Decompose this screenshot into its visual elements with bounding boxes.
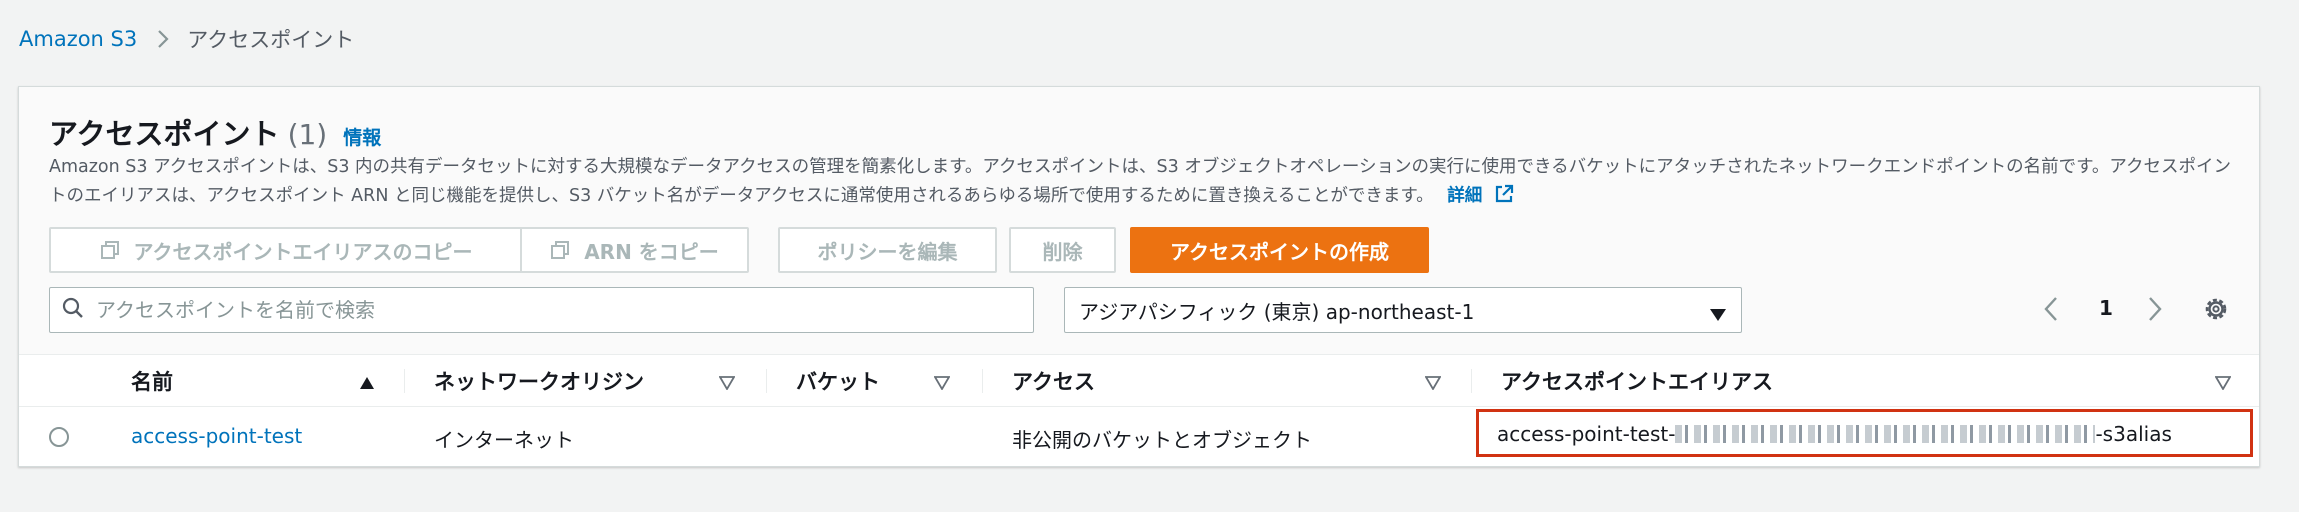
column-header-access[interactable]: アクセス [1012, 357, 1095, 405]
search-input[interactable] [96, 298, 996, 322]
sort-icon[interactable] [1424, 375, 1442, 394]
column-header-network-origin[interactable]: ネットワークオリジン [434, 357, 644, 405]
page-title: アクセスポイント [49, 117, 280, 151]
info-link[interactable]: 情報 [343, 123, 381, 150]
search-icon [62, 297, 84, 323]
learn-more-link[interactable]: 詳細 [1447, 186, 1482, 206]
access-point-name-link[interactable]: access-point-test [131, 424, 302, 448]
copy-icon [550, 240, 570, 260]
edit-policy-button[interactable]: ポリシーを編集 [778, 227, 997, 273]
region-select[interactable]: アジアパシフィック (東京) ap-northeast-1 [1064, 287, 1742, 333]
table-header: 名前 ネットワークオリジン バケット アクセス アクセスポイントエイリアス [19, 357, 2259, 405]
alias-highlight-box: access-point-test- -s3alias [1476, 409, 2253, 457]
alias-prefix: access-point-test- [1497, 422, 1676, 446]
region-select-value: アジアパシフィック (東京) ap-northeast-1 [1079, 299, 1475, 324]
current-page-number[interactable]: 1 [2099, 296, 2113, 320]
table-row: access-point-test インターネット 非公開のバケットとオブジェク… [19, 406, 2259, 467]
sort-icon[interactable] [933, 375, 951, 394]
column-divider [1471, 369, 1472, 393]
panel-description: Amazon S3 アクセスポイントは、S3 内の共有データセットに対する大規模… [49, 153, 2244, 214]
column-divider [404, 369, 405, 393]
copy-icon [100, 240, 120, 260]
panel-header: アクセスポイント (1) 情報 Amazon S3 アクセスポイントは、S3 内… [19, 87, 2259, 355]
description-text: Amazon S3 アクセスポイントは、S3 内の共有データセットに対する大規模… [49, 157, 2231, 206]
gear-icon[interactable] [2202, 295, 2230, 327]
access-cell: 非公開のバケットとオブジェクト [1012, 428, 1312, 452]
sort-ascending-icon[interactable] [359, 375, 375, 394]
sort-icon[interactable] [2214, 375, 2232, 394]
column-divider [766, 369, 767, 393]
next-page-icon[interactable] [2147, 295, 2163, 327]
copy-alias-button[interactable]: アクセスポイントエイリアスのコピー [49, 227, 523, 273]
column-divider [982, 369, 983, 393]
breadcrumb-amazon-s3[interactable]: Amazon S3 [19, 27, 137, 51]
access-point-count: (1) [287, 118, 328, 151]
caret-down-icon [1709, 303, 1727, 327]
network-origin-cell: インターネット [434, 428, 574, 452]
breadcrumb-current: アクセスポイント [187, 28, 355, 52]
breadcrumb: Amazon S3 アクセスポイント [19, 24, 354, 54]
search-box [49, 287, 1034, 333]
external-link-icon[interactable] [1494, 184, 1514, 214]
row-select-radio[interactable] [49, 427, 69, 447]
column-header-alias[interactable]: アクセスポイントエイリアス [1501, 357, 1773, 405]
alias-redacted [1675, 425, 2096, 443]
alias-cell: access-point-test- -s3alias [1497, 422, 2172, 446]
access-points-panel: アクセスポイント (1) 情報 Amazon S3 アクセスポイントは、S3 内… [18, 86, 2260, 467]
delete-button[interactable]: 削除 [1009, 227, 1116, 273]
column-header-name[interactable]: 名前 [131, 357, 173, 405]
sort-icon[interactable] [718, 375, 736, 394]
copy-arn-label: ARN をコピー [584, 239, 719, 264]
copy-alias-label: アクセスポイントエイリアスのコピー [133, 239, 473, 264]
chevron-right-icon [157, 29, 169, 49]
create-access-point-button[interactable]: アクセスポイントの作成 [1130, 227, 1429, 273]
alias-suffix: -s3alias [2095, 422, 2172, 446]
previous-page-icon[interactable] [2043, 295, 2059, 327]
title-row: アクセスポイント (1) 情報 [49, 111, 381, 153]
column-header-bucket[interactable]: バケット [796, 357, 880, 405]
copy-arn-button[interactable]: ARN をコピー [520, 227, 749, 273]
